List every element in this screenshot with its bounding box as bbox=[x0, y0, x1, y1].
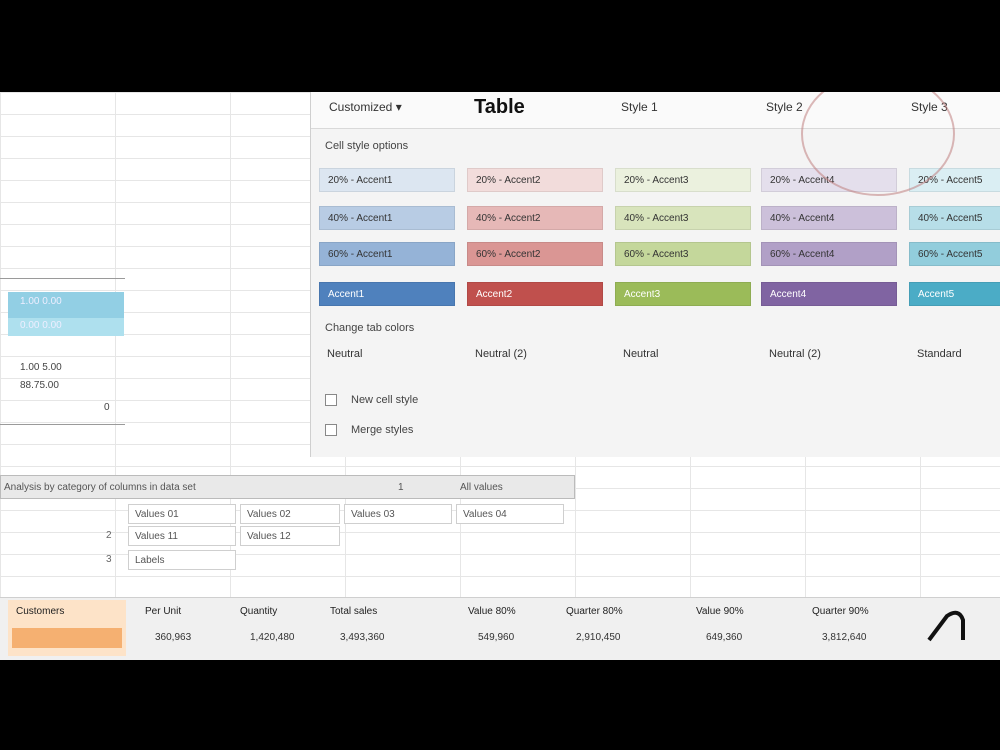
style-swatch[interactable]: 20% - Accent1 bbox=[319, 168, 455, 192]
tab-style-1[interactable]: Style 1 bbox=[621, 100, 658, 114]
style-swatch[interactable]: 60% - Accent3 bbox=[615, 242, 751, 266]
mini-chart-panel: 1.00 0.00 0.00 0.00 1.00 5.00 88.75.00 0 bbox=[0, 278, 125, 428]
checkbox[interactable] bbox=[325, 424, 337, 437]
option-label: New cell style bbox=[351, 394, 419, 406]
table-title: Analysis by category of columns in data … bbox=[4, 482, 196, 493]
row-number: 3 bbox=[106, 554, 112, 565]
style-swatch[interactable]: 20% - Accent2 bbox=[467, 168, 603, 192]
neutral-style[interactable]: Neutral (2) bbox=[475, 348, 527, 360]
neutral-style[interactable]: Neutral (2) bbox=[769, 348, 821, 360]
summary-value[interactable]: 3,493,360 bbox=[340, 632, 385, 643]
highlighted-cell-value bbox=[12, 628, 122, 648]
summary-header: Quarter 90% bbox=[812, 606, 869, 617]
style-swatch[interactable]: 60% - Accent2 bbox=[467, 242, 603, 266]
summary-header: Value 80% bbox=[468, 606, 516, 617]
section-heading-tabs: Change tab colors bbox=[325, 322, 415, 334]
style-swatch[interactable]: 60% - Accent4 bbox=[761, 242, 897, 266]
summary-value[interactable]: 649,360 bbox=[706, 632, 742, 643]
style-swatch[interactable]: Accent5 bbox=[909, 282, 1000, 306]
resize-corner-icon[interactable] bbox=[925, 606, 969, 650]
section-heading-styles: Cell style options bbox=[325, 140, 409, 152]
mini-value: 88.75.00 bbox=[20, 380, 59, 391]
summary-header: Quantity bbox=[240, 606, 278, 617]
mini-value: 1.00 0.00 bbox=[20, 296, 62, 307]
table-header-cell: All values bbox=[460, 482, 503, 493]
table-cell[interactable]: Labels bbox=[128, 550, 236, 570]
summary-header: Quarter 80% bbox=[566, 606, 623, 617]
style-swatch[interactable]: 60% - Accent1 bbox=[319, 242, 455, 266]
style-swatch[interactable]: Accent4 bbox=[761, 282, 897, 306]
summary-value[interactable]: 1,420,480 bbox=[250, 632, 295, 643]
style-swatch[interactable]: 40% - Accent4 bbox=[761, 206, 897, 230]
style-swatch[interactable]: Accent1 bbox=[319, 282, 455, 306]
style-swatch[interactable]: Accent2 bbox=[467, 282, 603, 306]
table-cell[interactable]: Values 12 bbox=[240, 526, 340, 546]
panel-divider-top bbox=[0, 278, 125, 279]
mini-value: 1.00 5.00 bbox=[20, 362, 62, 373]
table-cell[interactable]: Values 11 bbox=[128, 526, 236, 546]
tab-customized[interactable]: Customized ▾ bbox=[329, 100, 402, 114]
style-swatch[interactable]: 40% - Accent1 bbox=[319, 206, 455, 230]
neutral-style[interactable]: Standard bbox=[917, 348, 962, 360]
summary-header: Customers bbox=[16, 606, 65, 617]
table-cell[interactable]: Values 03 bbox=[344, 504, 452, 524]
new-style-option[interactable]: New cell style bbox=[325, 394, 419, 407]
summary-header: Total sales bbox=[330, 606, 378, 617]
summary-value[interactable]: 2,910,450 bbox=[576, 632, 621, 643]
merge-styles-option[interactable]: Merge styles bbox=[325, 424, 414, 437]
panel-divider-bottom bbox=[0, 424, 125, 425]
mini-value: 0 bbox=[104, 402, 110, 413]
style-swatch[interactable]: 40% - Accent5 bbox=[909, 206, 1000, 230]
table-cell[interactable]: Values 04 bbox=[456, 504, 564, 524]
table-header-cell: 1 bbox=[398, 482, 404, 493]
table-cell[interactable]: Values 01 bbox=[128, 504, 236, 524]
tab-style-2[interactable]: Style 2 bbox=[766, 100, 803, 114]
summary-value[interactable]: 3,812,640 bbox=[822, 632, 867, 643]
checkbox[interactable] bbox=[325, 394, 337, 407]
style-swatch[interactable]: 40% - Accent2 bbox=[467, 206, 603, 230]
summary-value[interactable]: 549,960 bbox=[478, 632, 514, 643]
neutral-style[interactable]: Neutral bbox=[623, 348, 658, 360]
style-swatch[interactable]: 40% - Accent3 bbox=[615, 206, 751, 230]
cell-style-gallery: Customized ▾ Table Style 1 Style 2 Style… bbox=[310, 92, 1000, 457]
summary-bar: Customers Per Unit 360,963 Quantity 1,420,48… bbox=[0, 597, 1000, 660]
option-label: Merge styles bbox=[351, 424, 414, 436]
summary-header: Value 90% bbox=[696, 606, 744, 617]
style-swatch[interactable]: Accent3 bbox=[615, 282, 751, 306]
row-number: 2 bbox=[106, 530, 112, 541]
style-swatch[interactable]: 60% - Accent5 bbox=[909, 242, 1000, 266]
mini-value: 0.00 0.00 bbox=[20, 320, 62, 331]
tab-table[interactable]: Table bbox=[474, 96, 525, 119]
summary-value[interactable]: 360,963 bbox=[155, 632, 191, 643]
style-swatch[interactable]: 20% - Accent3 bbox=[615, 168, 751, 192]
summary-header: Per Unit bbox=[145, 606, 182, 617]
neutral-style[interactable]: Neutral bbox=[327, 348, 362, 360]
spreadsheet-area: 1.00 0.00 0.00 0.00 1.00 5.00 88.75.00 0… bbox=[0, 92, 1000, 660]
table-cell[interactable]: Values 02 bbox=[240, 504, 340, 524]
